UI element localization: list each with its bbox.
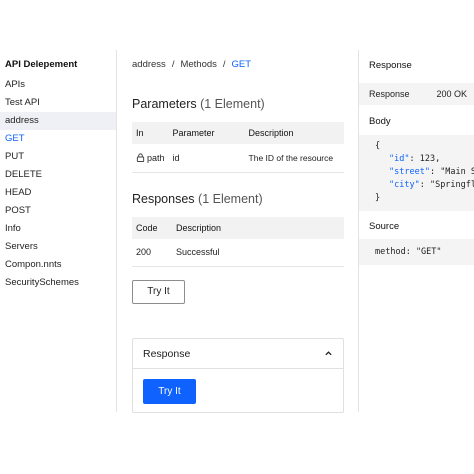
json-key: "city" xyxy=(389,180,420,190)
column-header-description: Description xyxy=(172,216,344,239)
sidebar-item-info[interactable]: Info xyxy=(0,220,116,238)
table-header-row: Code Description xyxy=(132,216,344,239)
sidebar-item-apis[interactable]: APIs xyxy=(0,76,116,94)
parameters-title-text: Parameters xyxy=(132,97,197,111)
code-line: "city": "Springfle xyxy=(375,179,474,192)
breadcrumb-item-address[interactable]: address xyxy=(132,59,166,70)
breadcrumb-item-get: GET xyxy=(231,59,252,70)
try-it-primary-button[interactable]: Try It xyxy=(143,379,196,404)
body-code-block: {"id": 123,"street": "Main St""city": "S… xyxy=(359,135,474,211)
parameters-count: (1 Element) xyxy=(200,97,265,111)
json-value: : "Main St" xyxy=(429,167,474,177)
lock-icon xyxy=(136,153,145,162)
column-header-in: In xyxy=(132,122,169,144)
parameters-title: Parameters (1 Element) xyxy=(132,94,344,114)
response-section-title: Response xyxy=(369,60,412,71)
table-row: 200 Successful xyxy=(132,238,344,267)
response-status-bar: Response 200 OK xyxy=(359,83,474,105)
breadcrumb-separator: / xyxy=(171,59,175,70)
sidebar-item-servers[interactable]: Servers xyxy=(0,238,116,256)
responses-title: Responses (1 Element) xyxy=(132,189,344,209)
column-header-description: Description xyxy=(244,122,344,144)
responses-table: Code Description 200 Successful xyxy=(132,216,344,267)
param-in-value: path xyxy=(147,152,165,163)
param-in-cell: path xyxy=(132,144,169,173)
sidebar-item-security-schemes[interactable]: SecuritySchemes xyxy=(0,274,116,292)
json-key: "street" xyxy=(389,167,430,177)
response-inspector: Response Response 200 OK Body { "id": 123… xyxy=(358,50,474,412)
json-value: : 123, xyxy=(409,154,441,164)
parameters-table: In Parameter Description path id The ID … xyxy=(132,122,344,173)
response-panel: Response Try It xyxy=(132,338,344,413)
param-description-cell: The ID of the resource xyxy=(244,144,344,173)
table-row: path id The ID of the resource xyxy=(132,144,344,173)
code-line: { xyxy=(375,141,381,151)
sidebar-item-address[interactable]: address xyxy=(0,112,116,130)
breadcrumb-item-methods[interactable]: Methods xyxy=(180,59,216,70)
param-name-cell: id xyxy=(168,144,245,173)
code-line: } xyxy=(375,193,381,203)
sidebar-item-post[interactable]: POST xyxy=(0,202,116,220)
sidebar-item-put[interactable]: PUT xyxy=(0,148,116,166)
sidebar-item-head[interactable]: HEAD xyxy=(0,184,116,202)
response-label: Response xyxy=(369,89,410,99)
sidebar-title: API Delepement xyxy=(5,59,78,70)
json-key: "id" xyxy=(389,154,410,164)
body-section-title: Body xyxy=(369,116,391,127)
breadcrumb: address / Methods / GET xyxy=(132,50,344,80)
column-header-parameter: Parameter xyxy=(168,122,245,144)
code-line: "street": "Main St" xyxy=(375,166,474,179)
responses-title-text: Responses xyxy=(132,191,195,206)
code-line: "id": 123, xyxy=(375,153,474,166)
response-panel-title: Response xyxy=(143,347,191,360)
json-value: : "Springfle xyxy=(419,180,474,190)
source-code-block: method: "GET" xyxy=(359,239,474,265)
chevron-up-icon[interactable] xyxy=(324,349,333,358)
sidebar-item-components[interactable]: Compon.nnts xyxy=(0,256,116,274)
source-section-title: Source xyxy=(369,221,400,232)
responses-count: (1 Element) xyxy=(198,191,263,206)
sidebar: API Delepement APIs Test API address GET… xyxy=(0,50,117,412)
response-status: 200 OK xyxy=(436,89,467,99)
response-description-cell: Successful xyxy=(172,238,344,267)
sidebar-item-test-api[interactable]: Test API xyxy=(0,94,116,112)
sidebar-item-delete[interactable]: DELETE xyxy=(0,166,116,184)
table-header-row: In Parameter Description xyxy=(132,122,344,144)
response-panel-header[interactable]: Response xyxy=(133,339,343,369)
sidebar-item-get[interactable]: GET xyxy=(0,130,116,148)
try-it-button[interactable]: Try It xyxy=(132,280,185,304)
column-header-code: Code xyxy=(132,216,172,239)
response-code-cell: 200 xyxy=(132,238,172,267)
breadcrumb-separator: / xyxy=(222,59,226,70)
main-content: address / Methods / GET Parameters (1 Elemen… xyxy=(132,50,344,304)
